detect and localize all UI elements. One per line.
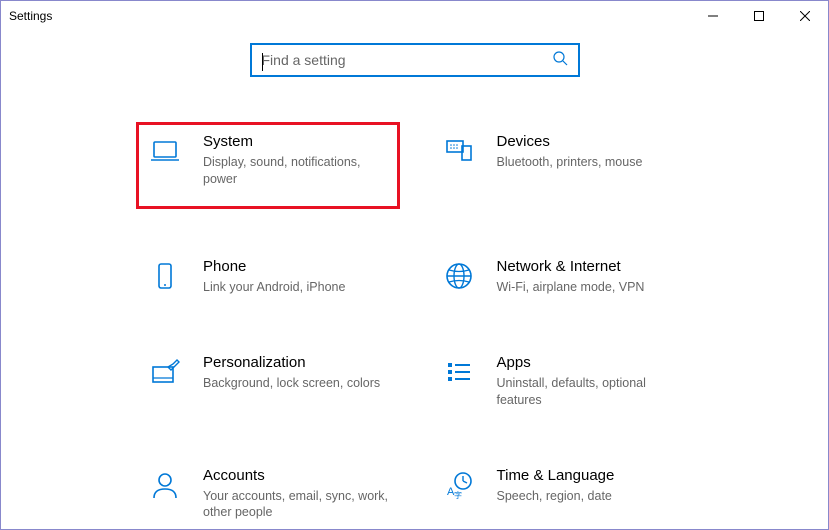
category-title: Apps [497,354,685,371]
minimize-button[interactable] [690,1,736,31]
category-desc: Link your Android, iPhone [203,279,391,296]
svg-text:字: 字 [454,490,462,500]
category-title: Devices [497,133,685,150]
category-desc: Wi-Fi, airplane mode, VPN [497,279,685,296]
category-time-language[interactable]: A字 Time & Language Speech, region, date [435,461,689,526]
person-icon [145,465,185,505]
window-controls [690,1,828,31]
category-text: Network & Internet Wi-Fi, airplane mode,… [497,256,685,296]
category-text: Accounts Your accounts, email, sync, wor… [203,465,391,522]
category-title: Phone [203,258,391,275]
phone-icon [145,256,185,296]
category-title: Time & Language [497,467,685,484]
category-text: Time & Language Speech, region, date [497,465,685,505]
devices-icon [439,131,479,171]
category-desc: Uninstall, defaults, optional features [497,375,685,409]
maximize-icon [754,11,764,21]
category-desc: Display, sound, notifications, power [203,154,391,188]
category-apps[interactable]: Apps Uninstall, defaults, optional featu… [435,348,689,413]
category-title: Network & Internet [497,258,685,275]
category-desc: Your accounts, email, sync, work, other … [203,488,391,522]
search-box[interactable] [250,43,580,77]
category-network[interactable]: Network & Internet Wi-Fi, airplane mode,… [435,252,689,300]
window-title: Settings [9,9,52,23]
search-container [1,43,828,77]
category-text: Personalization Background, lock screen,… [203,352,391,392]
close-button[interactable] [782,1,828,31]
category-desc: Background, lock screen, colors [203,375,391,392]
text-cursor [262,53,263,71]
apps-list-icon [439,352,479,392]
category-title: System [203,133,391,150]
category-desc: Bluetooth, printers, mouse [497,154,685,171]
minimize-icon [708,11,718,21]
category-system[interactable]: System Display, sound, notifications, po… [136,122,400,209]
categories-grid: System Display, sound, notifications, po… [1,127,828,525]
category-text: Devices Bluetooth, printers, mouse [497,131,685,171]
category-text: System Display, sound, notifications, po… [203,131,391,188]
search-icon [552,50,568,71]
maximize-button[interactable] [736,1,782,31]
category-title: Personalization [203,354,391,371]
category-personalization[interactable]: Personalization Background, lock screen,… [141,348,395,413]
time-language-icon: A字 [439,465,479,505]
paintbrush-icon [145,352,185,392]
category-text: Apps Uninstall, defaults, optional featu… [497,352,685,409]
category-phone[interactable]: Phone Link your Android, iPhone [141,252,395,300]
category-desc: Speech, region, date [497,488,685,505]
globe-icon [439,256,479,296]
search-input[interactable] [262,52,552,68]
laptop-icon [145,131,185,171]
category-accounts[interactable]: Accounts Your accounts, email, sync, wor… [141,461,395,526]
category-devices[interactable]: Devices Bluetooth, printers, mouse [435,127,689,204]
close-icon [800,11,810,21]
category-text: Phone Link your Android, iPhone [203,256,391,296]
titlebar: Settings [1,1,828,31]
category-title: Accounts [203,467,391,484]
